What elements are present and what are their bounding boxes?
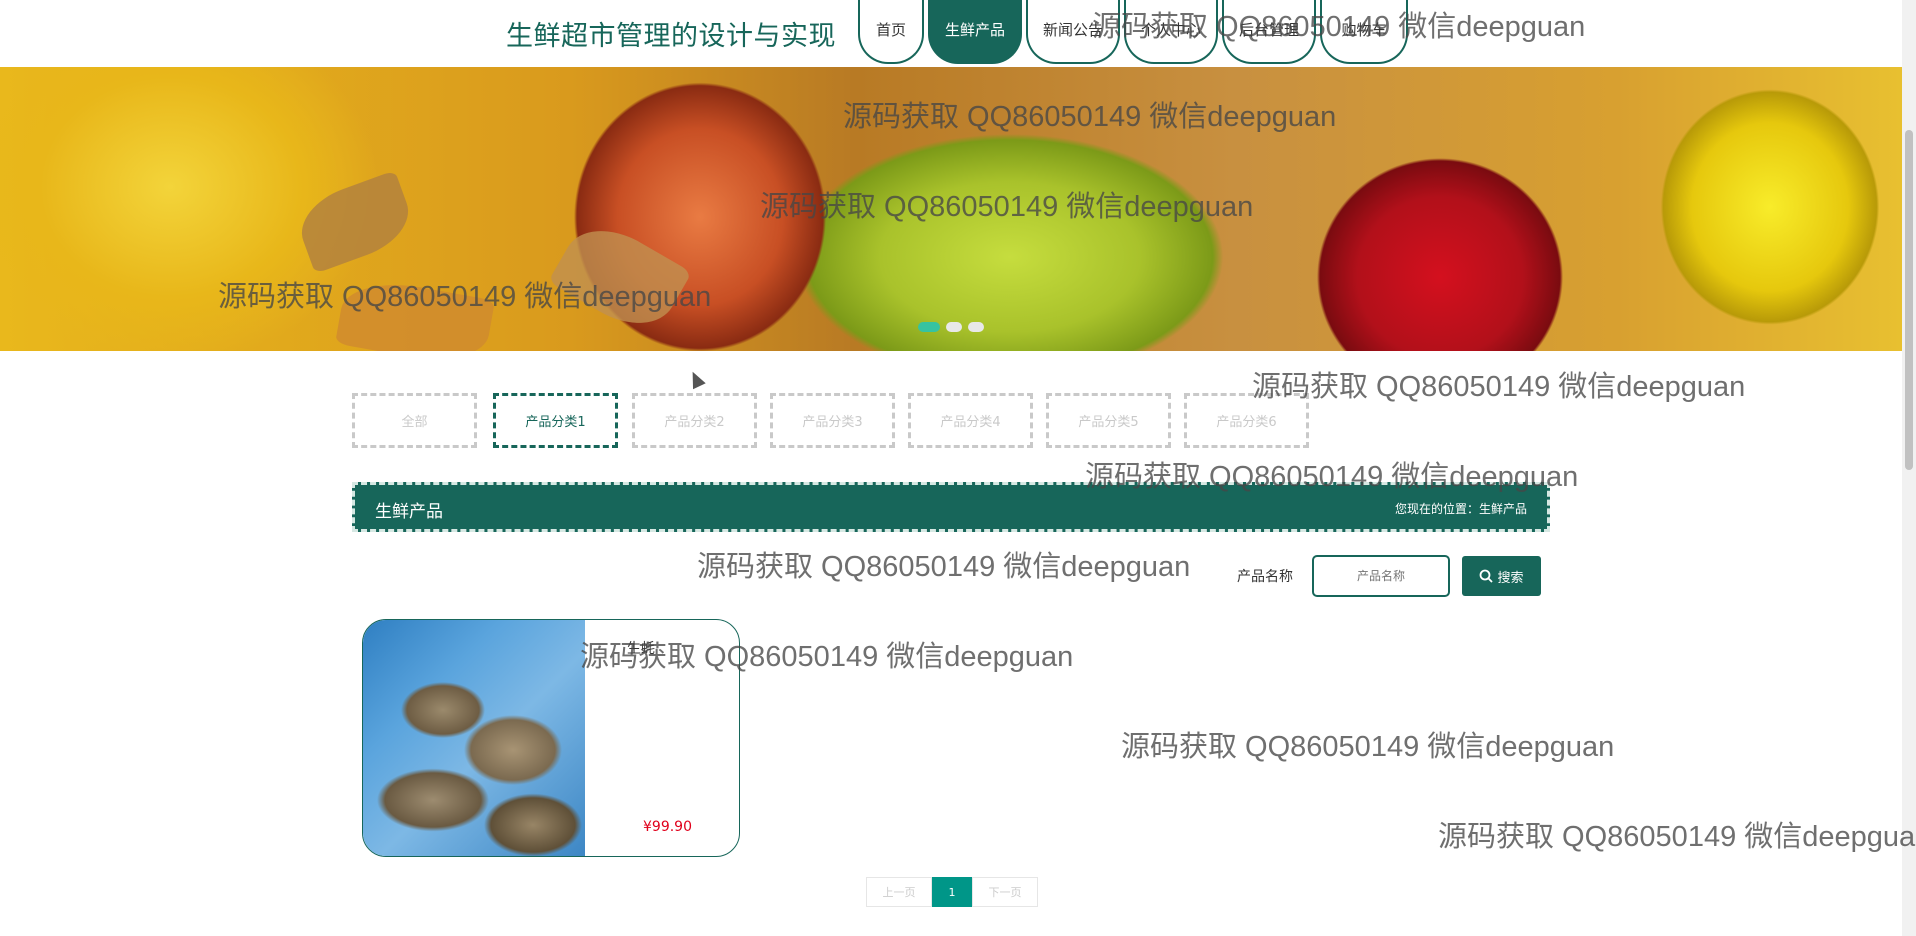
carousel-dot[interactable] <box>918 322 940 332</box>
product-name[interactable]: 生蚝 <box>627 638 655 658</box>
watermark: 源码获取 QQ86050149 微信deepguan <box>1121 731 1615 763</box>
category-5[interactable]: 产品分类5 <box>1046 393 1171 448</box>
watermark: 源码获取 QQ86050149 微信deepguan <box>1438 821 1916 853</box>
nav-home[interactable]: 首页 <box>858 0 924 64</box>
product-card[interactable]: 生蚝 ¥99.90 <box>362 619 740 857</box>
mouse-cursor <box>686 368 706 390</box>
pagination: 上一页 1 下一页 <box>866 877 1038 907</box>
page-scrollbar[interactable] <box>1902 0 1916 936</box>
search-icon <box>1480 569 1494 583</box>
page-number[interactable]: 1 <box>932 877 972 907</box>
product-price: ¥99.90 <box>643 819 692 835</box>
leaf-decoration <box>548 212 692 342</box>
section-header: 生鲜产品 您现在的位置：生鲜产品 <box>352 482 1550 532</box>
carousel-dot[interactable] <box>968 322 984 332</box>
carousel-dot[interactable] <box>946 322 962 332</box>
search-input[interactable] <box>1312 555 1450 597</box>
category-1[interactable]: 产品分类1 <box>493 393 618 448</box>
search-button[interactable]: 搜索 <box>1462 556 1541 596</box>
breadcrumb: 您现在的位置：生鲜产品 <box>1394 502 1527 516</box>
leaf-decoration <box>291 170 419 274</box>
banner-carousel[interactable] <box>0 67 1902 351</box>
search-label: 产品名称 <box>1237 569 1293 585</box>
category-4[interactable]: 产品分类4 <box>908 393 1033 448</box>
scrollbar-thumb[interactable] <box>1905 130 1913 470</box>
watermark: 源码获取 QQ86050149 微信deepguan <box>1252 371 1746 403</box>
site-header: 生鲜超市管理的设计与实现 首页 生鲜产品 新闻公告 个人中心 后台管理 购物车 <box>0 0 1902 66</box>
nav-admin[interactable]: 后台管理 <box>1222 0 1316 64</box>
section-title: 生鲜产品 <box>375 502 443 522</box>
leaf-decoration <box>335 274 495 351</box>
product-image[interactable] <box>363 620 585 856</box>
category-2[interactable]: 产品分类2 <box>632 393 757 448</box>
search-button-label: 搜索 <box>1497 569 1524 585</box>
nav-cart[interactable]: 购物车 <box>1320 0 1408 64</box>
next-page-button[interactable]: 下一页 <box>972 877 1038 907</box>
nav-news[interactable]: 新闻公告 <box>1026 0 1120 64</box>
category-6[interactable]: 产品分类6 <box>1184 393 1309 448</box>
prev-page-button[interactable]: 上一页 <box>866 877 932 907</box>
nav-products[interactable]: 生鲜产品 <box>928 0 1022 64</box>
site-title: 生鲜超市管理的设计与实现 <box>506 21 836 52</box>
nav-profile[interactable]: 个人中心 <box>1124 0 1218 64</box>
carousel-dots <box>918 322 984 332</box>
category-3[interactable]: 产品分类3 <box>770 393 895 448</box>
category-all[interactable]: 全部 <box>352 393 477 448</box>
watermark: 源码获取 QQ86050149 微信deepguan <box>697 551 1191 583</box>
